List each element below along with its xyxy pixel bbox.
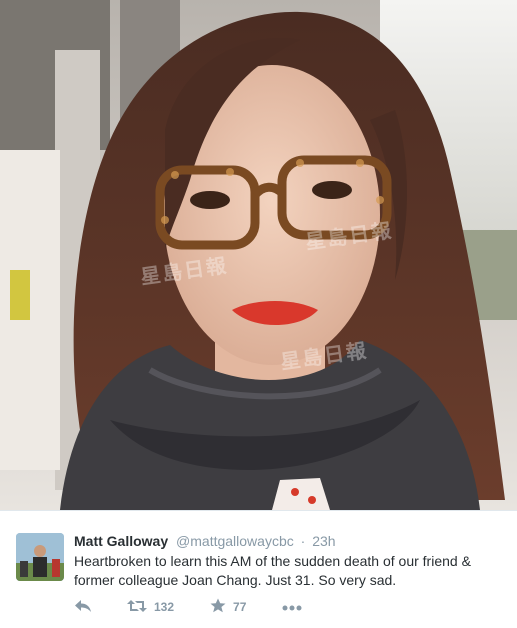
more-button[interactable]	[282, 600, 302, 614]
more-icon	[282, 600, 302, 614]
retweet-count: 132	[154, 600, 175, 614]
tweet-time[interactable]: 23h	[312, 533, 335, 549]
tweet-text: Heartbroken to learn this AM of the sudd…	[74, 553, 471, 588]
tweet-actions: 132 77	[74, 598, 302, 616]
favorite-count: 77	[233, 600, 247, 614]
retweet-icon	[127, 599, 147, 616]
tweet-card: Matt Galloway @mattgallowaycbc · 23h Hea…	[0, 510, 517, 628]
selfie-image	[0, 0, 517, 510]
tweet-photo[interactable]: 星島日報 星島日報 星島日報	[0, 0, 517, 510]
separator: ·	[300, 533, 306, 549]
star-icon	[210, 598, 226, 616]
reply-icon	[74, 599, 92, 616]
author-name[interactable]: Matt Galloway	[74, 533, 168, 549]
tweet-header: Matt Galloway @mattgallowaycbc · 23h	[74, 532, 336, 550]
avatar[interactable]	[16, 533, 64, 581]
reply-button[interactable]	[74, 599, 92, 616]
retweet-button[interactable]: 132	[127, 599, 174, 616]
favorite-button[interactable]: 77	[210, 598, 246, 616]
author-handle[interactable]: @mattgallowaycbc	[176, 533, 294, 549]
